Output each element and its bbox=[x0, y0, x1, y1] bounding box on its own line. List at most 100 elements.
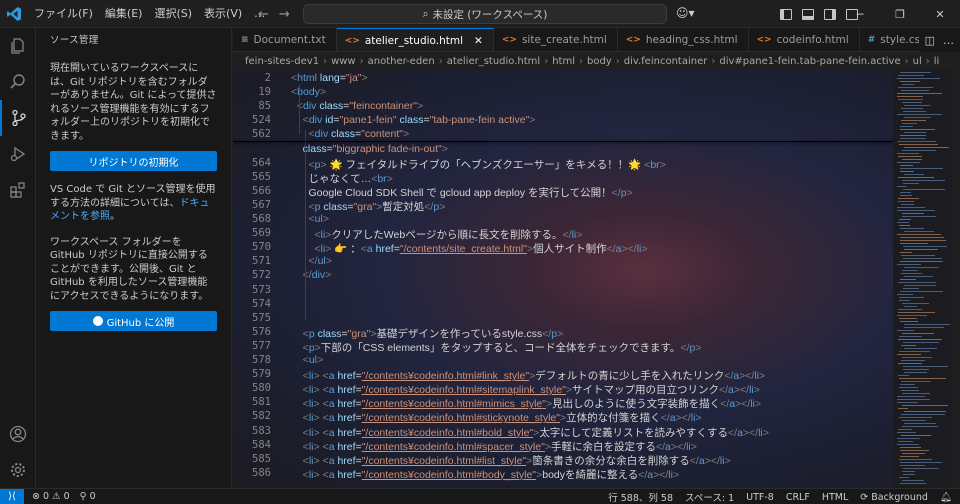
vscode-logo-icon[interactable] bbox=[0, 0, 28, 28]
minimap-line bbox=[903, 474, 915, 475]
editor-tab[interactable]: <> heading_css.html bbox=[618, 28, 749, 51]
close-icon[interactable]: ✕ bbox=[920, 0, 960, 28]
source-control-icon[interactable] bbox=[0, 100, 36, 136]
vertical-scrollbar[interactable] bbox=[953, 70, 960, 488]
minimap-line bbox=[901, 381, 931, 382]
toggle-panel-icon[interactable] bbox=[802, 8, 814, 20]
remote-indicator-icon[interactable]: ⟩⟨ bbox=[0, 488, 24, 504]
end-of-line[interactable]: CRLF bbox=[786, 492, 810, 503]
ports-status[interactable]: ⚲ 0 bbox=[80, 491, 96, 502]
code-line[interactable]: <p class="gra">暫定対処</p> bbox=[291, 199, 446, 214]
minimap-line bbox=[902, 426, 938, 427]
code-editor[interactable]: 2 19 85 524 562 564 565 566 567 568 569 570 571 572 57… bbox=[233, 70, 893, 488]
code-line[interactable]: <li> <a href="/contents¥codeinfo.html#bo… bbox=[291, 425, 769, 440]
minimap-line bbox=[897, 438, 920, 439]
editor-tab[interactable]: <> atelier_studio.html ✕ bbox=[336, 28, 494, 51]
breadcrumb-separator-icon: › bbox=[578, 56, 583, 67]
code-line[interactable]: <div id="pane1-fein" class="tab-pane-fei… bbox=[291, 114, 536, 126]
code-line[interactable]: じゃなくて…<br> bbox=[291, 171, 393, 186]
minimap-line bbox=[902, 102, 922, 103]
command-center[interactable]: ⌕ 未設定 (ワークスペース) bbox=[303, 4, 667, 24]
extensions-icon[interactable] bbox=[0, 172, 36, 208]
code-line[interactable]: <li> <a href="/contents¥codeinfo.html#bo… bbox=[291, 467, 679, 482]
code-line[interactable]: <div class="feincontainer"> bbox=[291, 100, 423, 112]
menu-item[interactable]: ファイル(F) bbox=[28, 0, 99, 28]
warning-count: 0 bbox=[63, 491, 70, 502]
encoding[interactable]: UTF-8 bbox=[746, 492, 774, 503]
code-line[interactable]: <li> <a href="/contents¥codeinfo.html#st… bbox=[291, 410, 702, 425]
code-line[interactable]: class="biggraphic fade-in-out"> bbox=[291, 143, 448, 155]
publish-to-github-button[interactable]: GitHub に公開 bbox=[50, 311, 217, 331]
code-line[interactable]: </ul> bbox=[291, 255, 332, 267]
toggle-secondary-sidebar-icon[interactable] bbox=[824, 8, 836, 20]
minimap-line bbox=[897, 399, 930, 400]
code-line[interactable]: <li> <a href="/contents¥codeinfo.html#mi… bbox=[291, 396, 761, 411]
problems-status[interactable]: ⊗ 0 ⚠ 0 bbox=[32, 491, 70, 502]
code-line[interactable]: <html lang="ja"> bbox=[291, 72, 368, 84]
breadcrumb-item[interactable]: body bbox=[587, 56, 612, 67]
settings-gear-icon[interactable] bbox=[0, 452, 36, 488]
minimap-line bbox=[904, 267, 939, 268]
code-line[interactable]: </div> bbox=[291, 269, 332, 281]
account-icon[interactable] bbox=[0, 416, 36, 452]
minimap[interactable] bbox=[893, 70, 953, 488]
code-line[interactable]: <p> 🌟 フェイタルドライブの「ヘブンズクエーサー」をキメる！！🌟 <br> bbox=[291, 157, 666, 172]
code-line[interactable]: <body> bbox=[291, 86, 326, 98]
editor-tab[interactable]: <> codeinfo.html bbox=[749, 28, 860, 51]
breadcrumb-item[interactable]: div.feincontainer bbox=[624, 56, 708, 67]
cursor-position[interactable]: 行 588、列 58 bbox=[608, 490, 673, 504]
code-line[interactable]: <li>クリアしたWebページから順に長文を削除する。</li> bbox=[291, 227, 582, 242]
code-line[interactable]: <ul> bbox=[291, 354, 323, 366]
editor-tab[interactable]: <> site_create.html bbox=[494, 28, 618, 51]
initialize-repository-button[interactable]: リポジトリの初期化 bbox=[50, 151, 217, 171]
breadcrumb-item[interactable]: ul bbox=[913, 56, 922, 67]
explorer-icon[interactable] bbox=[0, 28, 36, 64]
minimap-line bbox=[900, 126, 913, 127]
copilot-icon[interactable]: ☺▾ bbox=[676, 6, 695, 20]
code-line[interactable]: <li> <a href="/contents¥codeinfo.html#li… bbox=[291, 368, 765, 383]
notifications-bell-icon[interactable]: 🔔︎ bbox=[940, 492, 952, 503]
code-line[interactable]: Google Cloud SDK Shell で gcloud app depl… bbox=[291, 185, 633, 200]
line-number: 582 bbox=[252, 410, 271, 423]
breadcrumb-item[interactable]: html bbox=[552, 56, 575, 67]
breadcrumb-item[interactable]: fein-sites-dev1 bbox=[245, 56, 319, 67]
language-mode[interactable]: HTML bbox=[822, 492, 848, 503]
menu-bar: ファイル(F) 編集(E) 選択(S) 表示(V)… bbox=[28, 0, 271, 28]
forward-arrow-icon[interactable]: → bbox=[279, 7, 290, 22]
run-debug-icon[interactable] bbox=[0, 136, 36, 172]
code-line[interactable]: <li> <a href="/contents¥codeinfo.html#sp… bbox=[291, 439, 697, 454]
command-center-label: 未設定 (ワークスペース) bbox=[432, 8, 548, 21]
publish-message: ワークスペース フォルダーを GitHub リポジトリに直接公開することができま… bbox=[50, 236, 209, 302]
restore-icon[interactable]: ❐ bbox=[880, 0, 920, 28]
minimap-line bbox=[903, 366, 948, 367]
minimap-line bbox=[897, 444, 919, 445]
code-line[interactable]: <li> 👉 ：<a href="/contents/site_create.h… bbox=[291, 241, 647, 256]
background-extension[interactable]: ⟳ Background bbox=[860, 492, 928, 503]
menu-item[interactable]: 選択(S) bbox=[148, 0, 198, 28]
editor-tab[interactable]: ≡ Document.txt bbox=[233, 28, 337, 51]
code-line[interactable]: <div class="content"> bbox=[291, 128, 410, 140]
split-editor-icon[interactable]: ◫ bbox=[925, 34, 935, 47]
close-tab-icon[interactable]: ✕ bbox=[474, 35, 483, 47]
search-icon[interactable] bbox=[0, 64, 36, 100]
breadcrumb-item[interactable]: www bbox=[331, 56, 356, 67]
toggle-primary-sidebar-icon[interactable] bbox=[780, 8, 792, 20]
minimap-line bbox=[904, 249, 938, 250]
menu-item[interactable]: 編集(E) bbox=[99, 0, 149, 28]
minimap-line bbox=[902, 270, 918, 271]
code-line[interactable]: <li> <a href="/contents¥codeinfo.html#li… bbox=[291, 453, 731, 468]
code-line[interactable]: <li> <a href="/contents¥codeinfo.html#si… bbox=[291, 382, 760, 397]
breadcrumb-item[interactable]: atelier_studio.html bbox=[447, 56, 541, 67]
breadcrumb-item[interactable]: div#pane1-fein.tab-pane-fein.active bbox=[719, 56, 900, 67]
indentation[interactable]: スペース: 1 bbox=[685, 490, 734, 504]
code-line[interactable]: <ul> bbox=[291, 213, 329, 225]
back-arrow-icon[interactable]: ← bbox=[258, 7, 269, 22]
breadcrumb-item[interactable]: another-eden bbox=[368, 56, 435, 67]
minimize-icon[interactable]: ─ bbox=[840, 0, 880, 28]
more-actions-icon[interactable]: … bbox=[943, 34, 954, 47]
breadcrumb-item[interactable]: li bbox=[934, 56, 940, 67]
menu-item[interactable]: 表示(V) bbox=[198, 0, 248, 28]
code-line[interactable]: <p>下部の「CSS elements」をタップすると、コード全体をチェックでき… bbox=[291, 340, 702, 355]
code-line[interactable]: <p class="gra">基礎デザインを作っているstyle.css</p> bbox=[291, 326, 564, 341]
minimap-line bbox=[899, 300, 910, 301]
